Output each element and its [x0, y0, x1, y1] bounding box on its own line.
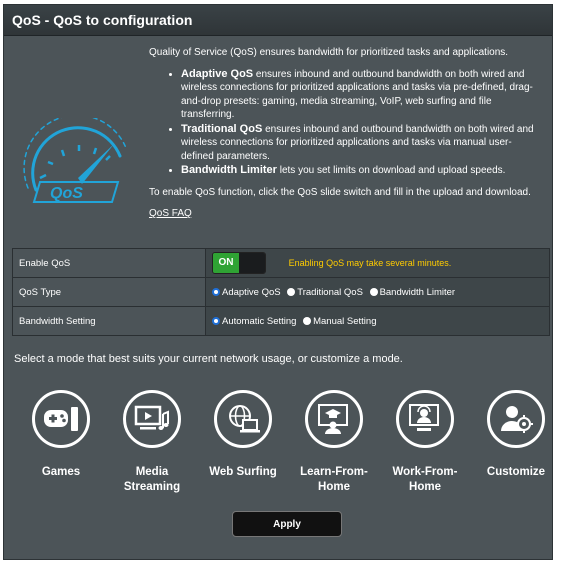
qos-type-label: QoS Type — [12, 277, 206, 307]
page-title: QoS - QoS to configuration — [4, 5, 552, 36]
radio-automatic-setting[interactable]: Automatic Setting — [212, 316, 296, 327]
qos-description: Quality of Service (QoS) ensures bandwid… — [149, 46, 541, 221]
enable-instructions: To enable QoS function, click the QoS sl… — [149, 186, 531, 198]
bandwidth-setting-row: Bandwidth Setting Automatic Setting Manu… — [12, 306, 550, 336]
qos-type-row: QoS Type Adaptive QoS Traditional QoS Ba… — [12, 277, 550, 307]
radio-manual-setting[interactable]: Manual Setting — [303, 316, 376, 327]
web-surfing-icon — [229, 405, 260, 433]
qos-speedometer-logo-icon: QoS — [23, 118, 127, 203]
enable-qos-label: Enable QoS — [12, 248, 206, 278]
mode-games[interactable]: Games — [16, 390, 106, 480]
svg-text:QoS: QoS — [50, 185, 83, 202]
work-from-home-icon — [409, 404, 439, 431]
customize-icon — [501, 406, 533, 433]
mode-web-surfing[interactable]: Web Surfing — [198, 390, 288, 480]
radio-icon — [303, 316, 312, 325]
bullet-adaptive-qos: Adaptive QoS ensures inbound and outboun… — [181, 68, 541, 122]
toggle-on-label: ON — [213, 253, 239, 273]
qos-panel: QoS - QoS to configuration QoS Quality o… — [3, 4, 553, 560]
toggle-knob — [239, 253, 265, 273]
qos-lead-text: Quality of Service (QoS) ensures bandwid… — [149, 47, 509, 58]
mode-customize[interactable]: Customize — [471, 390, 561, 480]
apply-button[interactable]: Apply — [232, 511, 342, 537]
media-streaming-icon — [134, 405, 169, 430]
learn-from-home-icon — [318, 404, 348, 434]
radio-icon — [287, 287, 296, 296]
radio-bandwidth-limiter[interactable]: Bandwidth Limiter — [369, 287, 455, 298]
enable-qos-warning: Enabling QoS may take several minutes. — [288, 257, 452, 268]
bullet-traditional-qos: Traditional QoS ensures inbound and outb… — [181, 123, 541, 164]
bandwidth-setting-label: Bandwidth Setting — [12, 306, 206, 336]
mode-work-from-home[interactable]: Work-From- Home — [380, 390, 470, 495]
qos-intro: QoS Quality of Service (QoS) ensures ban… — [4, 36, 552, 248]
qos-settings-table: Enable QoS ON Enabling QoS may take seve… — [12, 248, 550, 336]
enable-qos-toggle[interactable]: ON — [212, 252, 266, 274]
radio-selected-icon — [212, 316, 220, 325]
radio-adaptive-qos[interactable]: Adaptive QoS — [212, 287, 281, 298]
radio-icon — [369, 287, 378, 296]
mode-learn-from-home[interactable]: Learn-From- Home — [289, 390, 379, 495]
radio-selected-icon — [212, 287, 220, 296]
qos-faq-link[interactable]: QoS FAQ — [149, 208, 192, 219]
mode-prompt: Select a mode that best suits your curre… — [14, 353, 403, 365]
bullet-bandwidth-limiter: Bandwidth Limiter lets you set limits on… — [181, 164, 541, 178]
mode-media-streaming[interactable]: Media Streaming — [107, 390, 197, 495]
enable-qos-row: Enable QoS ON Enabling QoS may take seve… — [12, 248, 550, 278]
gamepad-icon — [44, 407, 78, 431]
radio-traditional-qos[interactable]: Traditional QoS — [287, 287, 363, 298]
qos-type-list: Adaptive QoS ensures inbound and outboun… — [149, 68, 541, 178]
